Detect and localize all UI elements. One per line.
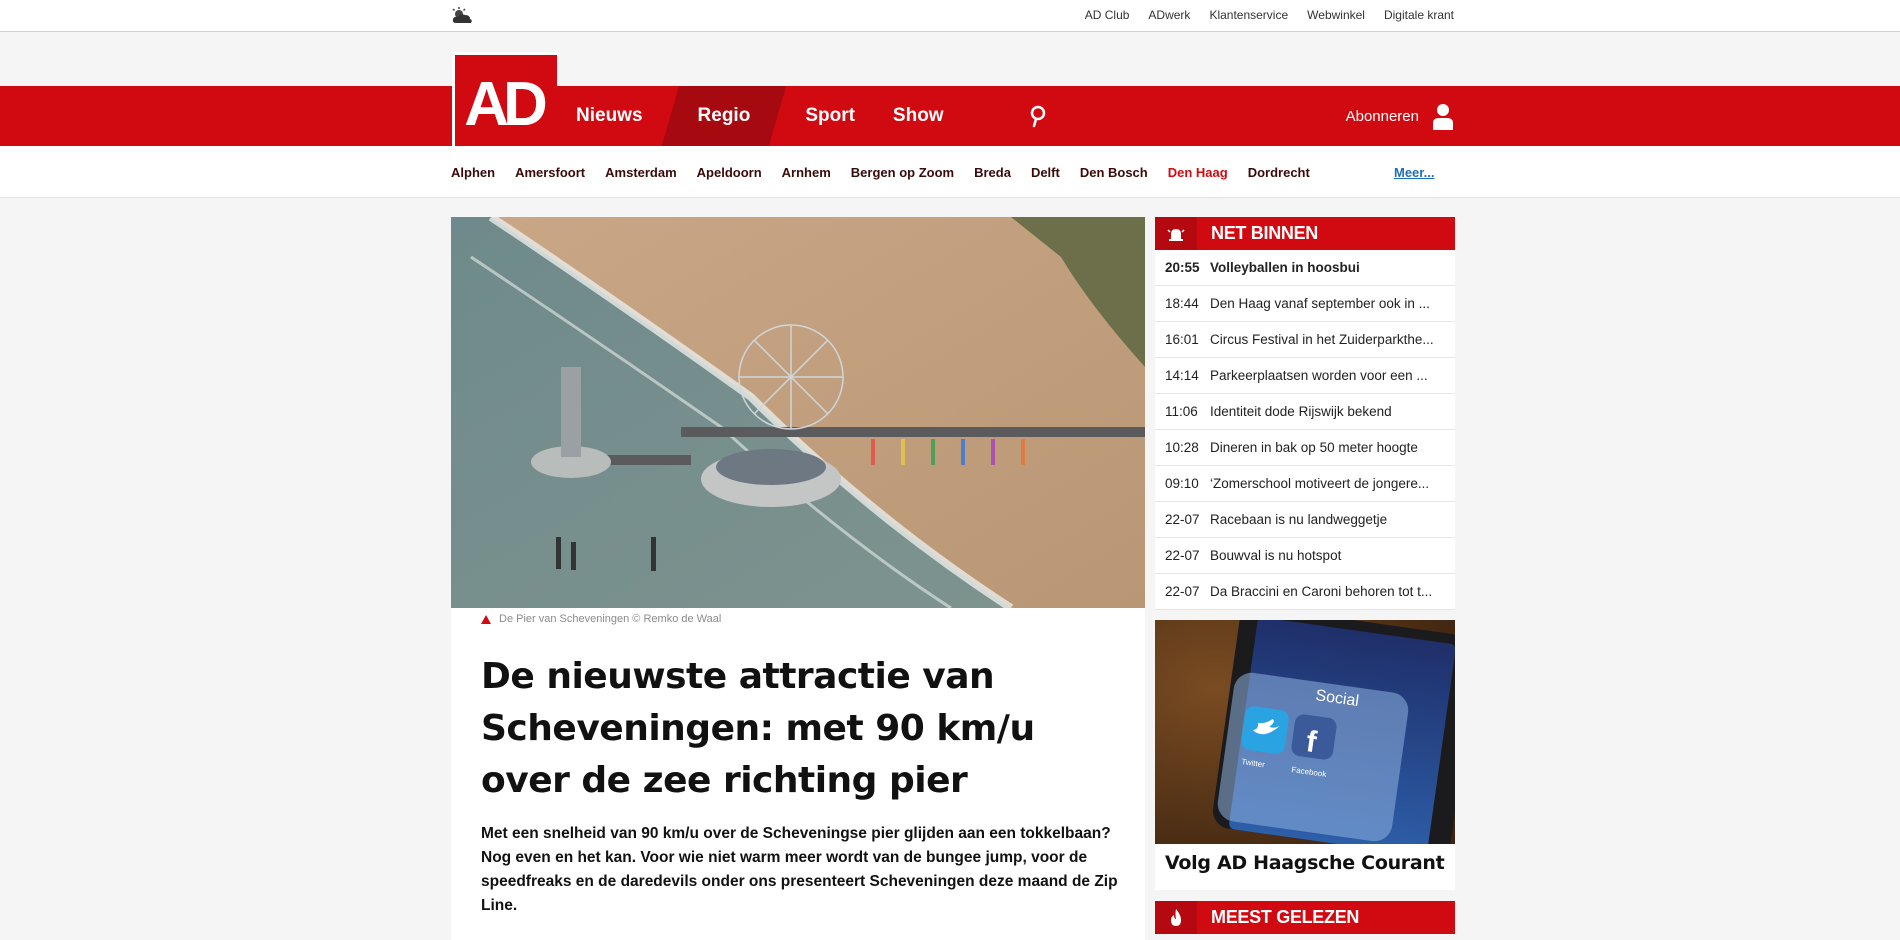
news-time: 18:44 <box>1165 296 1199 311</box>
top-link-adwerk[interactable]: ADwerk <box>1148 8 1190 22</box>
meest-gelezen-header: MEEST GELEZEN <box>1155 901 1455 934</box>
region-delft[interactable]: Delft <box>1031 165 1060 180</box>
news-headline[interactable]: ‘Zomerschool motiveert de jongere... <box>1210 476 1445 491</box>
social-phone-image[interactable]: Social f Twitter Facebook <box>1155 620 1455 844</box>
list-item[interactable]: 22-07 Racebaan is nu landweggetje <box>1155 502 1455 538</box>
region-dordrecht[interactable]: Dordrecht <box>1248 165 1310 180</box>
caption-text: De Pier van Scheveningen © Remko de Waal <box>499 613 722 625</box>
top-link-digitale-krant[interactable]: Digitale krant <box>1384 8 1454 22</box>
net-binnen-header: NET BINNEN <box>1155 217 1455 250</box>
top-link-klantenservice[interactable]: Klantenservice <box>1209 8 1288 22</box>
region-list: Alphen Amersfoort Amsterdam Apeldoorn Ar… <box>451 146 1310 198</box>
region-more-link[interactable]: Meer... <box>1394 146 1434 198</box>
news-headline[interactable]: Parkeerplaatsen worden voor een ... <box>1210 368 1445 383</box>
nav-show[interactable]: Show <box>874 86 963 146</box>
news-time: 09:10 <box>1165 476 1199 491</box>
net-binnen-panel: NET BINNEN 20:55 Volleyballen in hoosbui … <box>1155 217 1455 610</box>
news-time: 14:14 <box>1165 368 1199 383</box>
meest-gelezen-title: MEEST GELEZEN <box>1211 907 1360 927</box>
region-bergen-op-zoom[interactable]: Bergen op Zoom <box>851 165 954 180</box>
subscribe-link[interactable]: Abonneren <box>1346 108 1419 125</box>
net-binnen-list: 20:55 Volleyballen in hoosbui 18:44 Den Ha… <box>1155 250 1455 610</box>
list-item[interactable]: 10:28 Dineren in bak op 50 meter hoogte <box>1155 430 1455 466</box>
news-headline[interactable]: Da Braccini en Caroni behoren tot t... <box>1210 584 1445 599</box>
user-icon[interactable] <box>1431 102 1455 130</box>
list-item[interactable]: 14:14 Parkeerplaatsen worden voor een ... <box>1155 358 1455 394</box>
region-apeldoorn[interactable]: Apeldoorn <box>697 165 762 180</box>
main-nav: Nieuws Regio Sport Show <box>557 86 963 146</box>
region-amsterdam[interactable]: Amsterdam <box>605 165 677 180</box>
nav-nieuws[interactable]: Nieuws <box>557 86 662 146</box>
nav-sport[interactable]: Sport <box>786 86 874 146</box>
top-link-ad-club[interactable]: AD Club <box>1085 8 1130 22</box>
subscribe-area[interactable]: Abonneren <box>1346 86 1455 146</box>
cloud-sun-icon[interactable] <box>450 7 474 25</box>
flame-icon <box>1155 901 1197 934</box>
news-time: 20:55 <box>1165 260 1200 275</box>
list-item[interactable]: 22-07 Bouwval is nu hotspot <box>1155 538 1455 574</box>
list-item[interactable]: 20:55 Volleyballen in hoosbui <box>1155 250 1455 286</box>
search-icon[interactable] <box>1024 102 1052 130</box>
social-card[interactable]: Social f Twitter Facebook Volg AD Haagsc… <box>1155 620 1455 890</box>
top-link-webwinkel[interactable]: Webwinkel <box>1307 8 1365 22</box>
article-intro: Met een snelheid van 90 km/u over de Sch… <box>481 825 1118 914</box>
news-headline[interactable]: Circus Festival in het Zuiderparkthe... <box>1210 332 1445 347</box>
news-time: 16:01 <box>1165 332 1199 347</box>
news-time: 22-07 <box>1165 548 1200 563</box>
list-item[interactable]: 16:01 Circus Festival in het Zuiderparkth… <box>1155 322 1455 358</box>
top-utility-bar: AD Club ADwerk Klantenservice Webwinkel … <box>0 0 1900 32</box>
news-headline[interactable]: Dineren in bak op 50 meter hoogte <box>1210 440 1445 455</box>
article-headline: De nieuwste attractie van Scheveningen: … <box>481 656 1035 801</box>
list-item[interactable]: 22-07 Da Braccini en Caroni behoren tot t… <box>1155 574 1455 610</box>
region-breda[interactable]: Breda <box>974 165 1011 180</box>
list-item[interactable]: 09:10 ‘Zomerschool motiveert de jongere..… <box>1155 466 1455 502</box>
net-binnen-title: NET BINNEN <box>1211 223 1319 243</box>
logo-text: AD <box>464 69 548 139</box>
news-time: 22-07 <box>1165 512 1200 527</box>
region-den-bosch[interactable]: Den Bosch <box>1080 165 1148 180</box>
news-time: 11:06 <box>1165 404 1198 419</box>
image-caption: De Pier van Scheveningen © Remko de Waal <box>481 613 721 625</box>
news-headline[interactable]: Den Haag vanaf september ook in ... <box>1210 296 1445 311</box>
social-title[interactable]: Volg AD Haagsche Courant <box>1165 852 1445 874</box>
ad-logo[interactable]: AD <box>452 52 557 156</box>
news-time: 10:28 <box>1165 440 1199 455</box>
region-nav: Alphen Amersfoort Amsterdam Apeldoorn Ar… <box>0 146 1900 198</box>
news-headline[interactable]: Racebaan is nu landweggetje <box>1210 512 1445 527</box>
region-amersfoort[interactable]: Amersfoort <box>515 165 585 180</box>
news-headline[interactable]: Identiteit dode Rijswijk bekend <box>1210 404 1445 419</box>
alarm-bell-icon <box>1155 217 1197 250</box>
article-main: De Pier van Scheveningen © Remko de Waal… <box>451 217 1145 940</box>
top-links: AD Club ADwerk Klantenservice Webwinkel … <box>1085 0 1454 30</box>
news-headline[interactable]: Bouwval is nu hotspot <box>1210 548 1445 563</box>
meest-gelezen-panel: MEEST GELEZEN <box>1155 901 1455 934</box>
news-time: 22-07 <box>1165 584 1200 599</box>
nav-regio[interactable]: Regio <box>661 86 787 146</box>
news-headline[interactable]: Volleyballen in hoosbui <box>1210 260 1445 275</box>
list-item[interactable]: 11:06 Identiteit dode Rijswijk bekend <box>1155 394 1455 430</box>
region-alphen[interactable]: Alphen <box>451 165 495 180</box>
hero-image[interactable] <box>451 217 1145 608</box>
region-den-haag[interactable]: Den Haag <box>1168 165 1228 180</box>
list-item[interactable]: 18:44 Den Haag vanaf september ook in ... <box>1155 286 1455 322</box>
caption-arrow-icon <box>481 614 491 624</box>
region-arnhem[interactable]: Arnhem <box>782 165 831 180</box>
